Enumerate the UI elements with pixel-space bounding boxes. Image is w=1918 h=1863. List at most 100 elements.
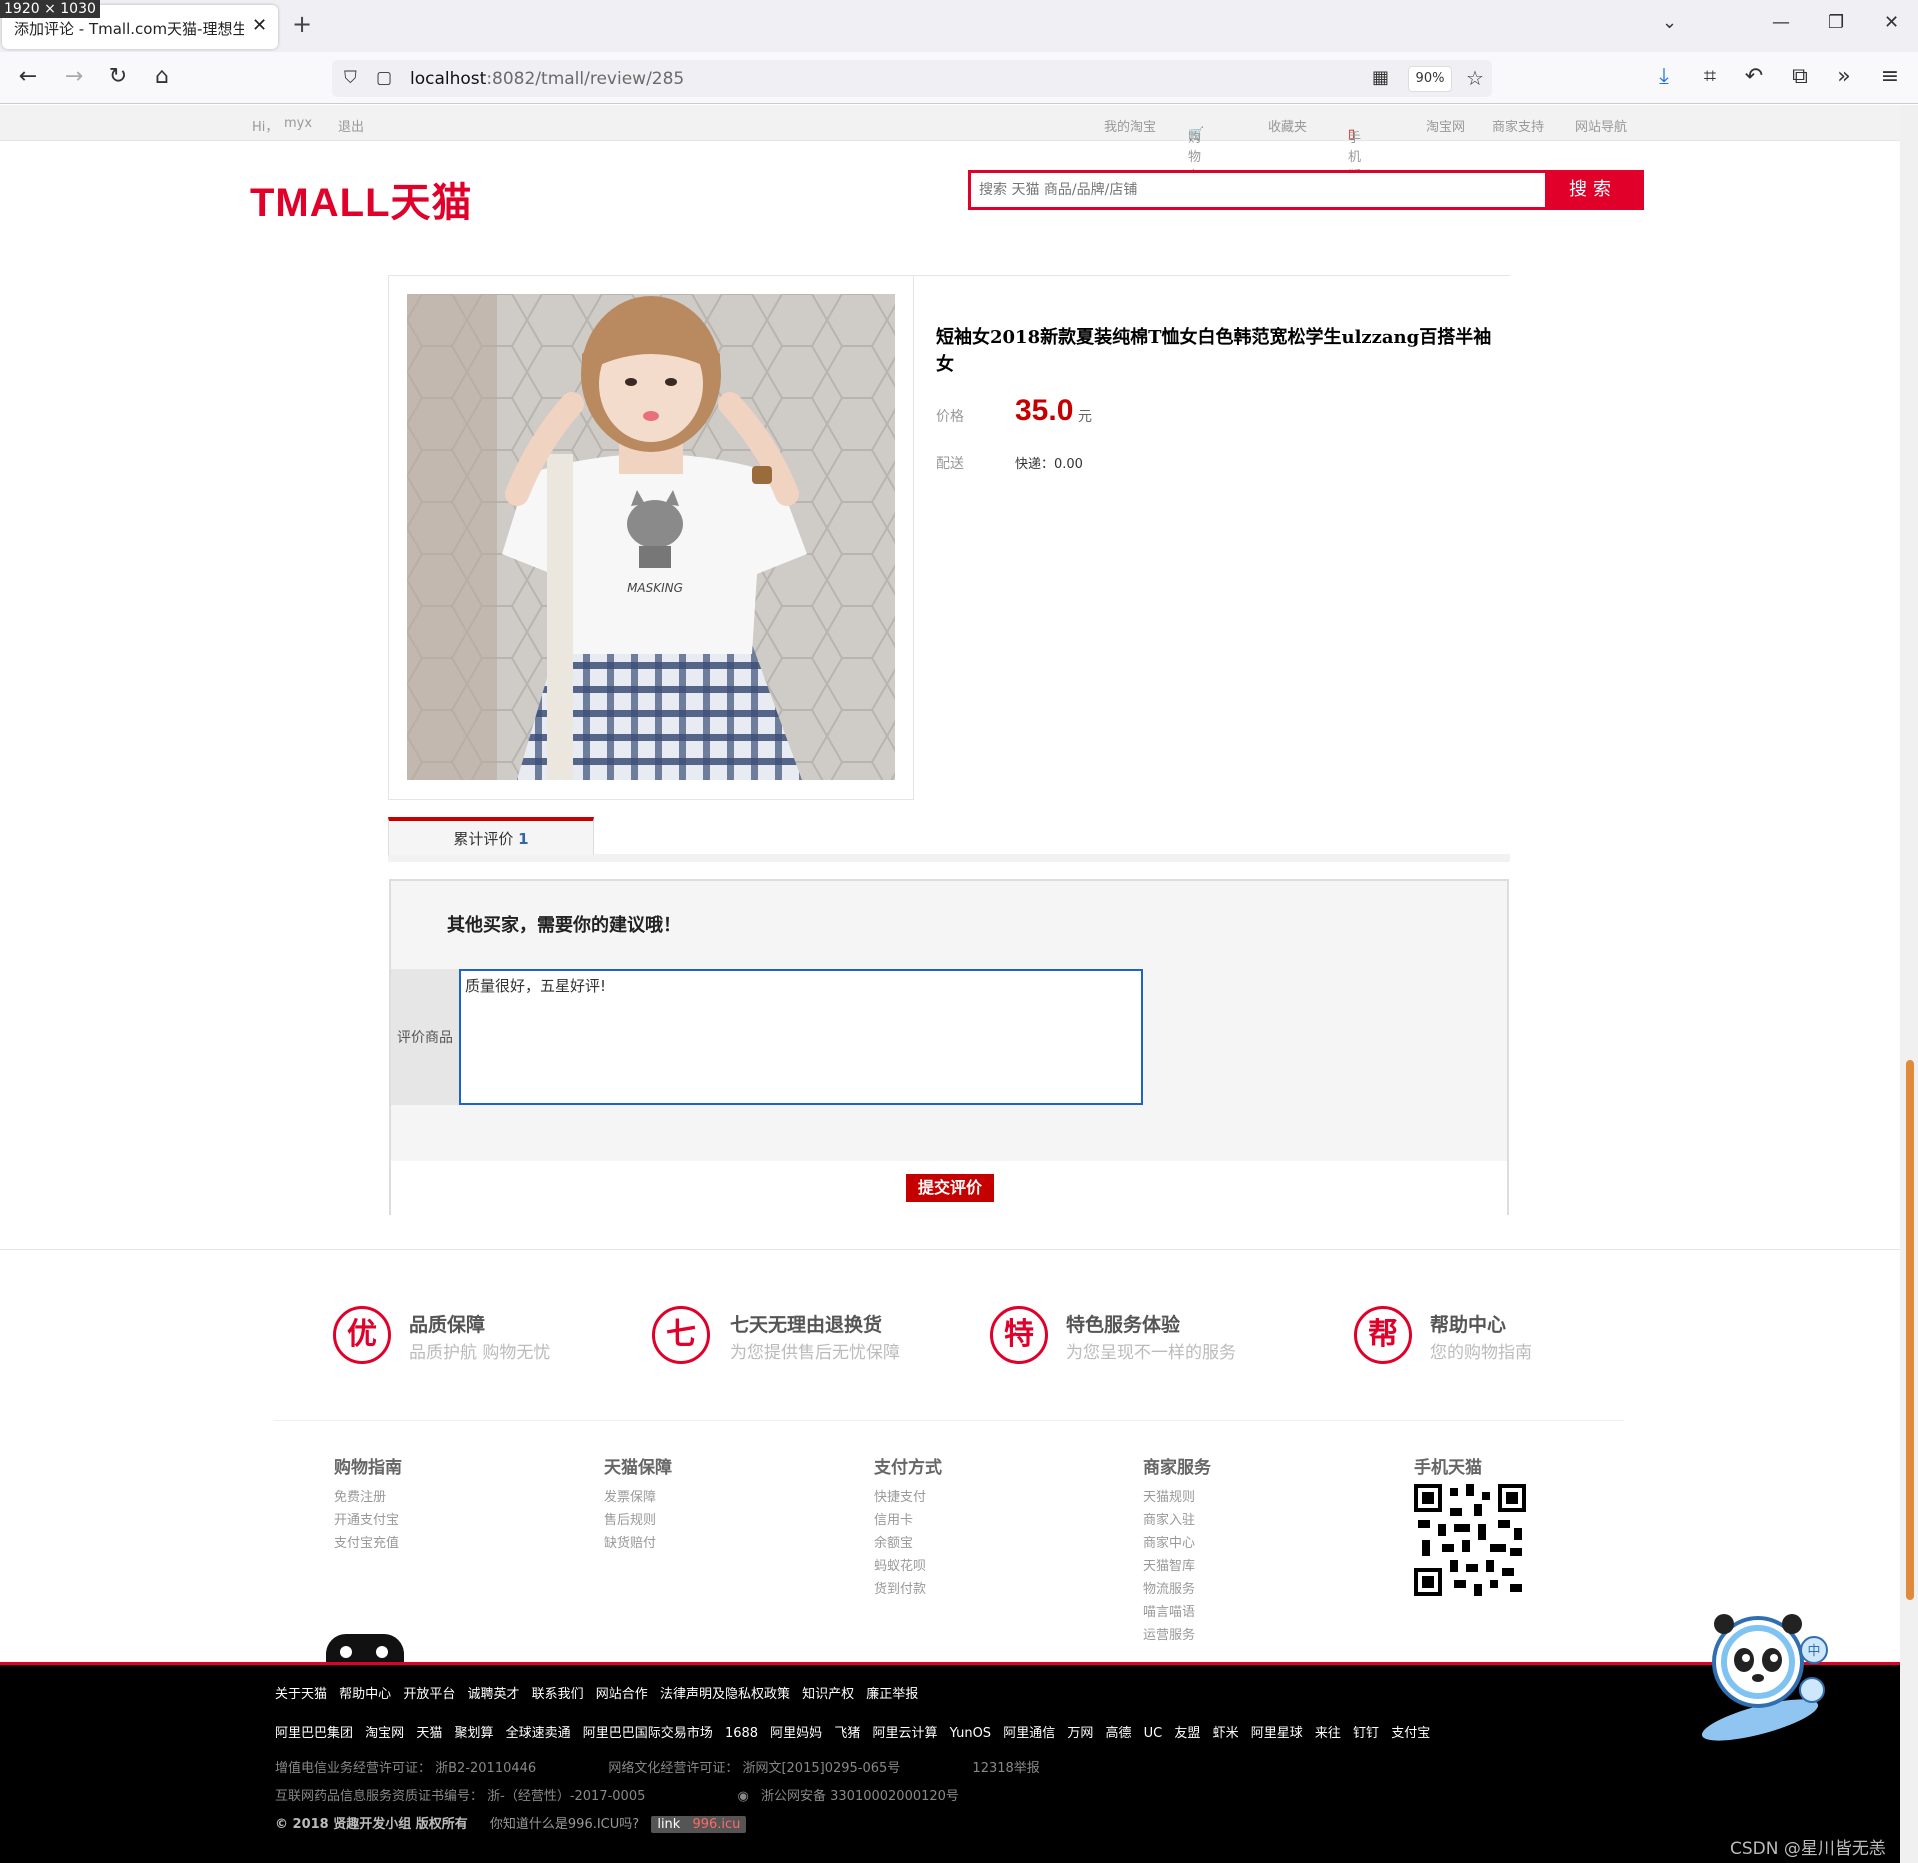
search-button[interactable]: 搜索: [1545, 173, 1641, 207]
browser-tab-bar: 添加评论 - Tmall.com天猫-理想生活 ✕ 1920 × 1030 + …: [0, 0, 1918, 52]
partner-link[interactable]: 聚划算: [454, 1726, 493, 1741]
star-icon[interactable]: ☆: [1466, 66, 1484, 90]
new-tab-icon[interactable]: +: [292, 10, 312, 38]
footer-link[interactable]: 诚聘英才: [467, 1687, 519, 1702]
footer-link[interactable]: 余额宝: [874, 1532, 942, 1555]
partner-link[interactable]: 阿里通信: [1003, 1726, 1055, 1741]
footer-divider: [0, 1249, 1900, 1250]
footer-link[interactable]: 帮助中心: [339, 1687, 391, 1702]
my-taobao-link[interactable]: 我的淘宝: [1104, 116, 1156, 135]
report-link[interactable]: 12318举报: [972, 1761, 1039, 1776]
partner-link[interactable]: 阿里云计算: [872, 1726, 937, 1741]
partner-link[interactable]: 阿里妈妈: [770, 1726, 822, 1741]
crop-icon[interactable]: ⌗: [1696, 64, 1724, 89]
guarantee-help-icon: 帮: [1354, 1306, 1412, 1364]
site-nav-link[interactable]: 网站导航: [1575, 116, 1627, 135]
footer-link[interactable]: 联系我们: [532, 1687, 584, 1702]
partner-link[interactable]: 阿里巴巴国际交易市场: [583, 1726, 713, 1741]
search-input[interactable]: [971, 173, 1543, 207]
scrollbar-thumb[interactable]: [1906, 1060, 1914, 1600]
back-icon[interactable]: ←: [14, 64, 42, 89]
partner-link[interactable]: 友盟: [1174, 1726, 1200, 1741]
minimize-icon[interactable]: —: [1772, 12, 1790, 33]
partner-link[interactable]: 虾米: [1213, 1726, 1239, 1741]
footer-link[interactable]: 法律声明及隐私权政策: [660, 1687, 790, 1702]
favorites-link[interactable]: 收藏夹: [1268, 116, 1307, 135]
partner-link[interactable]: 来往: [1315, 1726, 1341, 1741]
price-currency: 元: [1078, 409, 1092, 425]
window-close-icon[interactable]: ✕: [1884, 12, 1899, 33]
footer-link[interactable]: 网站合作: [596, 1687, 648, 1702]
partner-link[interactable]: 飞猪: [834, 1726, 860, 1741]
footer-link[interactable]: 廉正举报: [866, 1687, 918, 1702]
chevron-down-icon[interactable]: ⌄: [1662, 12, 1677, 33]
page-icon: ▢: [376, 68, 393, 88]
merchant-support-link[interactable]: 商家支持: [1492, 116, 1544, 135]
download-icon[interactable]: ⤓: [1650, 64, 1678, 89]
username-link[interactable]: myx: [284, 116, 312, 131]
footer-link[interactable]: 运营服务: [1143, 1624, 1211, 1647]
tmall-logo[interactable]: TMALL天猫: [250, 170, 473, 228]
forward-icon[interactable]: →: [60, 64, 88, 89]
footer-link[interactable]: 缺货赔付: [604, 1532, 672, 1555]
footer-link[interactable]: 开放平台: [403, 1687, 455, 1702]
partner-link[interactable]: UC: [1144, 1726, 1163, 1741]
partner-link[interactable]: 全球速卖通: [506, 1726, 571, 1741]
partner-link[interactable]: 支付宝: [1391, 1726, 1430, 1741]
footer-link[interactable]: 知识产权: [802, 1687, 854, 1702]
review-textarea[interactable]: 质量很好，五星好评!: [459, 969, 1143, 1105]
partner-link[interactable]: 阿里星球: [1251, 1726, 1303, 1741]
guarantee-service-icon: 特: [990, 1306, 1048, 1364]
footer-link[interactable]: 喵言喵语: [1143, 1601, 1211, 1624]
menu-icon[interactable]: ≡: [1876, 64, 1904, 89]
partner-link[interactable]: 万网: [1067, 1726, 1093, 1741]
url-bar[interactable]: ⛉ ▢ localhost:8082/tmall/review/285 ▦ 90…: [332, 60, 1492, 97]
price-label: 价格: [936, 409, 964, 425]
partner-link[interactable]: 阿里巴巴集团: [275, 1726, 353, 1741]
footer-link[interactable]: 物流服务: [1143, 1578, 1211, 1601]
submit-review-button[interactable]: 提交评价: [906, 1174, 994, 1202]
footer-link[interactable]: 商家中心: [1143, 1532, 1211, 1555]
footer-link[interactable]: 开通支付宝: [334, 1509, 402, 1532]
reload-icon[interactable]: ↻: [104, 64, 132, 89]
footer-link[interactable]: 售后规则: [604, 1509, 672, 1532]
partner-link[interactable]: 1688: [725, 1726, 758, 1741]
guarantee-title: 七天无理由退换货: [730, 1314, 883, 1336]
qr-code-icon[interactable]: ▦: [1372, 67, 1389, 88]
qr-code-icon: [1414, 1484, 1526, 1596]
zoom-level[interactable]: 90%: [1408, 66, 1452, 92]
footer-link[interactable]: 发票保障: [604, 1486, 672, 1509]
footer-link[interactable]: 信用卡: [874, 1509, 942, 1532]
footer-link[interactable]: 关于天猫: [275, 1687, 327, 1702]
restore-icon[interactable]: ❐: [1828, 12, 1844, 33]
footer-link[interactable]: 免费注册: [334, 1486, 402, 1509]
more-tools-icon[interactable]: »: [1830, 64, 1858, 89]
partner-link[interactable]: YunOS: [950, 1726, 991, 1741]
footer-link[interactable]: 商家入驻: [1143, 1509, 1211, 1532]
logout-link[interactable]: 退出: [338, 116, 364, 135]
close-icon[interactable]: ✕: [252, 15, 267, 36]
tab-reviews[interactable]: 累计评价 1: [388, 817, 594, 855]
mascot-badge: 中: [1807, 1644, 1820, 1659]
footer-link[interactable]: 支付宝充值: [334, 1532, 402, 1555]
footer-col-mobile: 手机天猫: [1414, 1453, 1482, 1486]
csdn-watermark: CSDN @星川皆无恙: [1730, 1839, 1886, 1859]
extensions-icon[interactable]: ⧉: [1786, 64, 1814, 89]
partner-link[interactable]: 天猫: [416, 1726, 442, 1741]
panda-mascot-icon[interactable]: 中: [1690, 1600, 1840, 1750]
footer-link[interactable]: 快捷支付: [874, 1486, 942, 1509]
partner-link[interactable]: 淘宝网: [365, 1726, 404, 1741]
996-link-badge[interactable]: link 996.icu: [651, 1816, 747, 1833]
partner-link[interactable]: 钉钉: [1353, 1726, 1379, 1741]
footer-link[interactable]: 货到付款: [874, 1578, 942, 1601]
home-icon[interactable]: ⌂: [148, 64, 176, 89]
partner-link[interactable]: 高德: [1106, 1726, 1132, 1741]
footer-link[interactable]: 天猫规则: [1143, 1486, 1211, 1509]
footer-link[interactable]: 天猫智库: [1143, 1555, 1211, 1578]
footer-link[interactable]: 蚂蚁花呗: [874, 1555, 942, 1578]
taobao-link[interactable]: 淘宝网: [1426, 116, 1465, 135]
license-text: 增值电信业务经营许可证： 浙B2-20110446: [275, 1761, 537, 1776]
copyright: © 2018 贤趣开发小组 版权所有: [275, 1817, 468, 1832]
undo-icon[interactable]: ↶: [1740, 64, 1768, 89]
product-tabs: 累计评价 1: [388, 817, 1510, 862]
